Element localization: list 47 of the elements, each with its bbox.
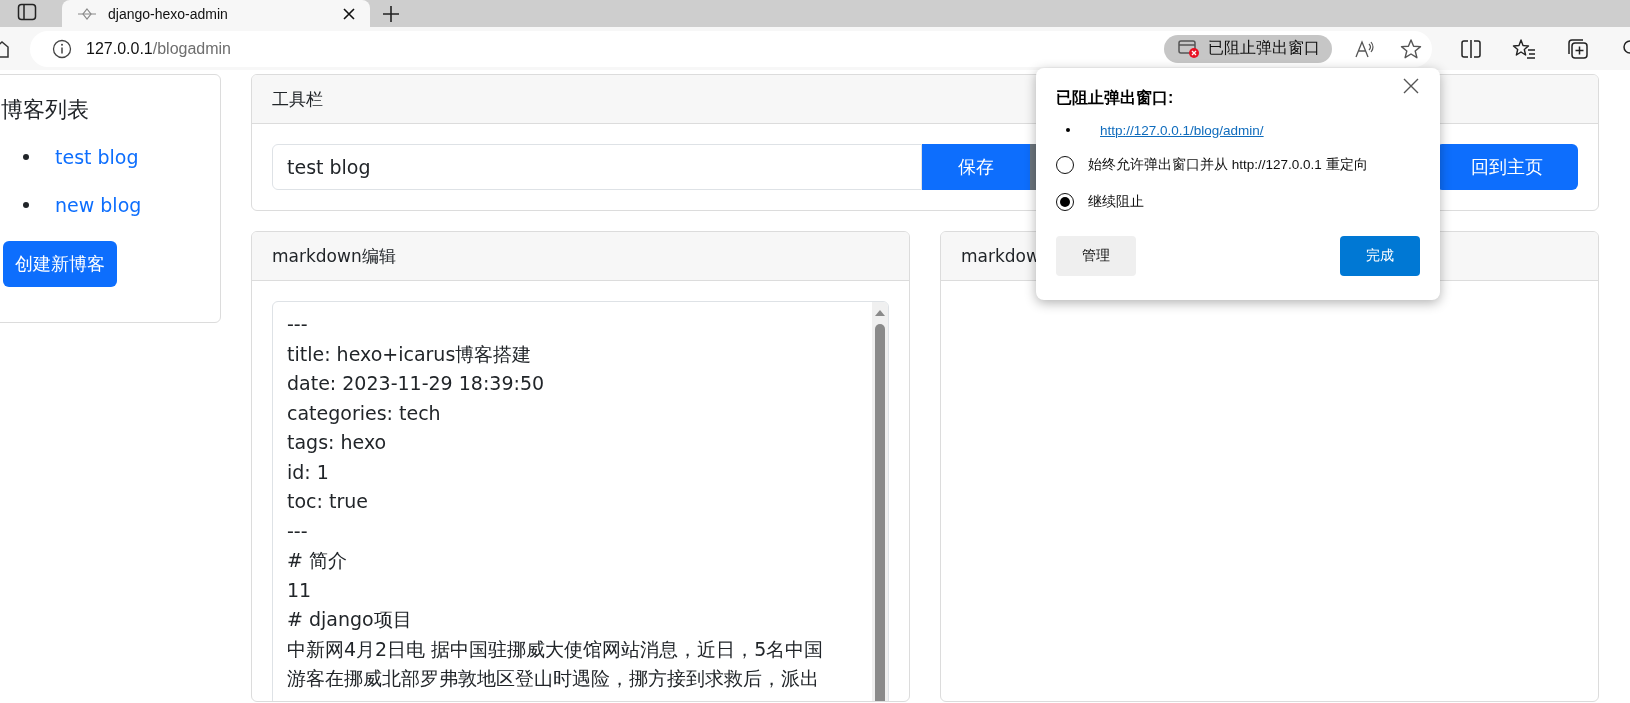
- markdown-line: 游客在挪威北部罗弗敦地区登山时遇险，挪方接到求救后，派出: [287, 666, 820, 691]
- bullet-icon: [23, 202, 29, 208]
- markdown-line: date: 2023-11-29 18:39:50: [287, 371, 546, 396]
- title-input[interactable]: test blog: [272, 144, 922, 190]
- close-icon: [1402, 77, 1420, 95]
- markdown-line: categories: tech: [287, 400, 442, 426]
- markdown-line: title: hexo+icarus博客搭建: [287, 341, 533, 367]
- blog-link[interactable]: test blog: [55, 146, 139, 168]
- bullet-icon: [23, 154, 29, 160]
- create-blog-button[interactable]: 创建新博客: [3, 241, 117, 287]
- sidebar-icon: [17, 3, 37, 21]
- split-screen-icon: [1460, 38, 1482, 59]
- home-icon: [0, 40, 10, 58]
- blocked-link[interactable]: http://127.0.0.1/blog/admin/: [1100, 122, 1264, 138]
- markdown-editor[interactable]: --- title: hexo+icarus博客搭建 date: 2023-11-29 18:39:50 categories: tech tags: hexo id: 1 toc: true --- # 简介 11 # django项目 中新网4月2日电 据中国驻挪威大使馆网站消息，近日，5名中国 游客在挪威北部罗弗敦地区登山时遇险，挪方接到求救后，派出: [272, 301, 889, 701]
- star-icon: [1400, 37, 1422, 60]
- bullet-icon: [1066, 128, 1070, 132]
- markdown-line: 11: [287, 577, 313, 603]
- blog-link[interactable]: new blog: [55, 194, 142, 216]
- favicon-icon: [78, 6, 96, 21]
- blocked-window-icon: [1178, 38, 1200, 59]
- popup-blocked-button[interactable]: 已阻止弹出窗口: [1164, 34, 1332, 63]
- close-icon: [342, 6, 356, 21]
- info-icon: [52, 38, 72, 59]
- save-button[interactable]: 保存: [922, 144, 1030, 190]
- browser-tab[interactable]: django-hexo-admin: [62, 0, 370, 27]
- markdown-line: id: 1: [287, 459, 330, 485]
- card-title: 工具栏: [272, 87, 323, 111]
- markdown-line: ---: [287, 518, 309, 544]
- sidebar-title: 博客列表: [1, 96, 90, 124]
- address-bar[interactable]: 127.0.0.1/blogadmin 已阻止弹出窗口: [30, 30, 1432, 67]
- option-label: 始终允许弹出窗口并从 http://127.0.0.1 重定向: [1088, 155, 1368, 174]
- read-aloud-icon: [1354, 38, 1376, 59]
- markdown-line: toc: true: [287, 489, 369, 514]
- plus-icon: [382, 5, 400, 23]
- markdown-line: # django项目: [287, 607, 413, 632]
- manage-button[interactable]: 管理: [1056, 236, 1136, 276]
- markdown-line: ---: [287, 312, 309, 337]
- favorites-icon: [1512, 37, 1536, 60]
- collections-icon: [1566, 37, 1590, 60]
- done-button[interactable]: 完成: [1340, 236, 1420, 276]
- option-label: 继续阻止: [1088, 192, 1144, 211]
- popup-title: 已阻止弹出窗口:: [1056, 87, 1175, 108]
- markdown-line: tags: hexo: [287, 430, 388, 455]
- markdown-line: # 简介: [287, 548, 348, 573]
- card-title: markdown编辑: [272, 244, 396, 268]
- markdown-line: 中新网4月2日电 据中国驻挪威大使馆网站消息，近日，5名中国: [287, 636, 825, 662]
